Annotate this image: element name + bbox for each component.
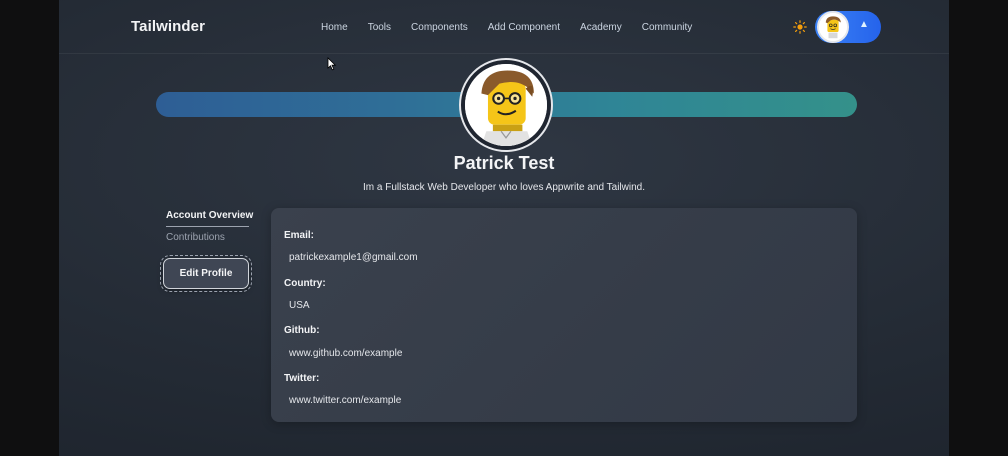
profile-avatar — [459, 58, 553, 152]
github-label: Github: — [284, 325, 320, 336]
tab-account-overview[interactable]: Account Overview — [166, 210, 253, 227]
profile-sidebar: Account Overview Contributions — [166, 210, 253, 243]
profile-name: Patrick Test — [453, 153, 555, 173]
nav-link-academy[interactable]: Academy — [580, 22, 622, 33]
top-navbar: Tailwinder Home Tools Components Add Com… — [59, 0, 949, 54]
nav-link-components[interactable]: Components — [411, 22, 468, 33]
nav-link-tools[interactable]: Tools — [368, 22, 391, 33]
nav-link-add-component[interactable]: Add Component — [488, 22, 560, 33]
brand-logo[interactable]: Tailwinder — [131, 18, 205, 35]
sun-icon[interactable] — [793, 20, 807, 34]
email-label: Email: — [284, 230, 315, 241]
nav-links: Home Tools Components Add Component Acad… — [321, 22, 712, 33]
email-value: patrickexample1@gmail.com — [289, 252, 418, 263]
tab-contributions[interactable]: Contributions — [166, 232, 252, 243]
user-menu-button[interactable]: ▲ — [815, 11, 881, 43]
profile-bio: Im a Fullstack Web Developer who loves A… — [363, 182, 645, 193]
edit-profile-button[interactable]: Edit Profile — [160, 255, 252, 292]
nav-link-community[interactable]: Community — [642, 22, 693, 33]
chevron-up-icon: ▲ — [859, 19, 869, 30]
country-value: USA — [289, 300, 310, 311]
app-page: Tailwinder Home Tools Components Add Com… — [59, 0, 949, 456]
twitter-value: www.twitter.com/example — [289, 395, 402, 406]
nav-link-home[interactable]: Home — [321, 22, 348, 33]
github-value: www.github.com/example — [289, 348, 403, 359]
country-label: Country: — [284, 278, 326, 289]
mouse-cursor-icon — [327, 57, 337, 71]
twitter-label: Twitter: — [284, 373, 320, 384]
account-details-card: Email: patrickexample1@gmail.com Country… — [271, 208, 857, 422]
avatar — [817, 11, 849, 43]
